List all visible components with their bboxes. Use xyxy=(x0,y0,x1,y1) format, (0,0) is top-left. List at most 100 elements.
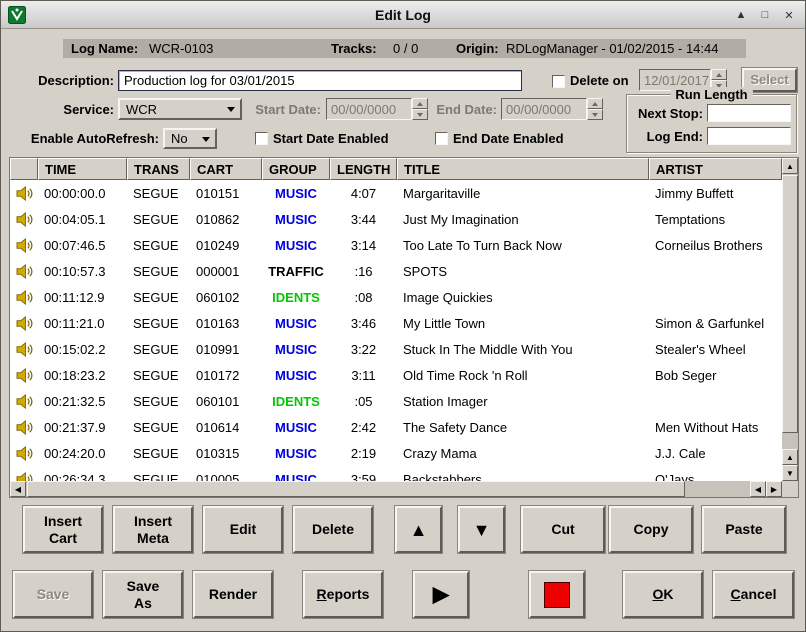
column-header-title[interactable]: TITLE xyxy=(397,158,649,180)
cell-trans: SEGUE xyxy=(127,284,190,310)
ok-button[interactable]: OK xyxy=(623,571,703,618)
table-row[interactable]: 00:04:05.1 SEGUE 010862 MUSIC 3:44 Just … xyxy=(10,206,782,232)
start-date-enabled-checkbox[interactable] xyxy=(255,132,268,145)
end-date-spinbox[interactable]: 00/00/0000 xyxy=(501,98,603,120)
cut-button[interactable]: Cut xyxy=(521,506,605,553)
speaker-icon xyxy=(16,394,33,409)
cancel-button[interactable]: Cancel xyxy=(713,571,794,618)
edit-log-window: Edit Log ▲ □ ✕ Log Name: WCR-0103 Tracks… xyxy=(0,0,806,632)
scroll-down-icon[interactable]: ▼ xyxy=(782,465,798,481)
cell-time: 00:11:21.0 xyxy=(38,310,127,336)
scroll-left-icon[interactable]: ◀ xyxy=(10,481,26,497)
cell-title: Image Quickies xyxy=(397,284,649,310)
cell-group: MUSIC xyxy=(262,206,330,232)
cell-time: 00:18:23.2 xyxy=(38,362,127,388)
origin-value: RDLogManager - 01/02/2015 - 14:44 xyxy=(506,39,718,58)
move-up-button[interactable]: ▲ xyxy=(395,506,442,553)
table-row[interactable]: 00:15:02.2 SEGUE 010991 MUSIC 3:22 Stuck… xyxy=(10,336,782,362)
horizontal-scroll-thumb[interactable] xyxy=(27,481,685,497)
save-button[interactable]: Save xyxy=(13,571,93,618)
table-row[interactable]: 00:11:21.0 SEGUE 010163 MUSIC 3:46 My Li… xyxy=(10,310,782,336)
insert-cart-button[interactable]: Insert Cart xyxy=(23,506,103,553)
cell-artist: Bob Seger xyxy=(649,362,782,388)
autorefresh-value: No xyxy=(171,131,188,146)
cell-group: MUSIC xyxy=(262,466,330,481)
vertical-scroll-thumb[interactable] xyxy=(782,175,798,433)
paste-button[interactable]: Paste xyxy=(702,506,786,553)
scrollbar-corner xyxy=(782,481,798,497)
table-row[interactable]: 00:26:34.3 SEGUE 010005 MUSIC 3:59 Backs… xyxy=(10,466,782,481)
move-down-button[interactable]: ▼ xyxy=(458,506,505,553)
cell-time: 00:10:57.3 xyxy=(38,258,127,284)
end-date-label: End Date: xyxy=(433,102,497,117)
cell-trans: SEGUE xyxy=(127,388,190,414)
cell-trans: SEGUE xyxy=(127,310,190,336)
column-header-length[interactable]: LENGTH xyxy=(330,158,397,180)
delete-on-checkbox[interactable] xyxy=(552,75,565,88)
scroll-left-icon[interactable]: ◀ xyxy=(750,481,766,497)
table-row[interactable]: 00:24:20.0 SEGUE 010315 MUSIC 2:19 Crazy… xyxy=(10,440,782,466)
render-button[interactable]: Render xyxy=(193,571,273,618)
column-header-time[interactable]: TIME xyxy=(38,158,127,180)
cell-length: 3:14 xyxy=(330,232,397,258)
scroll-up-icon[interactable]: ▲ xyxy=(782,158,798,174)
autorefresh-combobox[interactable]: No xyxy=(163,128,217,149)
column-header-icon[interactable] xyxy=(10,158,38,180)
column-header-group[interactable]: GROUP xyxy=(262,158,330,180)
description-input[interactable]: Production log for 03/01/2015 xyxy=(118,70,522,91)
table-header: TIME TRANS CART GROUP LENGTH TITLE ARTIS… xyxy=(10,158,782,180)
service-value: WCR xyxy=(126,102,157,117)
shade-window-icon[interactable]: ▲ xyxy=(733,7,749,23)
stop-button[interactable] xyxy=(529,571,585,618)
end-date-enabled-checkbox[interactable] xyxy=(435,132,448,145)
reports-button[interactable]: Reports xyxy=(303,571,383,618)
play-button[interactable]: ▶ xyxy=(413,571,469,618)
cell-cart: 010249 xyxy=(190,232,262,258)
column-header-artist[interactable]: ARTIST xyxy=(649,158,782,180)
titlebar[interactable]: Edit Log ▲ □ ✕ xyxy=(1,1,805,29)
table-row[interactable]: 00:18:23.2 SEGUE 010172 MUSIC 3:11 Old T… xyxy=(10,362,782,388)
cell-time: 00:26:34.3 xyxy=(38,466,127,481)
save-as-button[interactable]: Save As xyxy=(103,571,183,618)
maximize-window-icon[interactable]: □ xyxy=(757,7,773,23)
table-row[interactable]: 00:10:57.3 SEGUE 000001 TRAFFIC :16 SPOT… xyxy=(10,258,782,284)
table-row[interactable]: 00:21:37.9 SEGUE 010614 MUSIC 2:42 The S… xyxy=(10,414,782,440)
description-label: Description: xyxy=(11,73,114,88)
cell-title: Stuck In The Middle With You xyxy=(397,336,649,362)
table-row[interactable]: 00:00:00.0 SEGUE 010151 MUSIC 4:07 Marga… xyxy=(10,180,782,206)
cell-artist: Stealer's Wheel xyxy=(649,336,782,362)
speaker-icon xyxy=(16,186,33,201)
cell-group: MUSIC xyxy=(262,232,330,258)
copy-button[interactable]: Copy xyxy=(609,506,693,553)
end-date-enabled-label: End Date Enabled xyxy=(453,131,564,146)
scroll-up-icon[interactable]: ▲ xyxy=(782,449,798,465)
spin-down-icon[interactable] xyxy=(412,109,428,120)
table-row[interactable]: 00:11:12.9 SEGUE 060102 IDENTS :08 Image… xyxy=(10,284,782,310)
delete-button[interactable]: Delete xyxy=(293,506,373,553)
cell-trans: SEGUE xyxy=(127,466,190,481)
edit-button[interactable]: Edit xyxy=(203,506,283,553)
vertical-scrollbar[interactable]: ▲ ▲ ▼ xyxy=(782,158,798,481)
cell-title: Just My Imagination xyxy=(397,206,649,232)
insert-meta-button[interactable]: Insert Meta xyxy=(113,506,193,553)
spin-up-icon[interactable] xyxy=(587,98,603,109)
cell-title: SPOTS xyxy=(397,258,649,284)
service-combobox[interactable]: WCR xyxy=(118,98,242,120)
column-header-trans[interactable]: TRANS xyxy=(127,158,190,180)
cell-length: 3:11 xyxy=(330,362,397,388)
spin-up-icon[interactable] xyxy=(412,98,428,109)
end-date-value: 00/00/0000 xyxy=(501,98,587,120)
table-row[interactable]: 00:07:46.5 SEGUE 010249 MUSIC 3:14 Too L… xyxy=(10,232,782,258)
table-row[interactable]: 00:21:32.5 SEGUE 060101 IDENTS :05 Stati… xyxy=(10,388,782,414)
run-length-groupbox: Run Length Next Stop: Log End: xyxy=(626,94,797,153)
spin-down-icon[interactable] xyxy=(587,109,603,120)
column-header-cart[interactable]: CART xyxy=(190,158,262,180)
stop-icon xyxy=(544,582,570,608)
cell-title: Backstabbers xyxy=(397,466,649,481)
start-date-spinbox[interactable]: 00/00/0000 xyxy=(326,98,428,120)
spin-up-icon[interactable] xyxy=(711,69,727,80)
close-window-icon[interactable]: ✕ xyxy=(781,7,797,23)
scroll-right-icon[interactable]: ▶ xyxy=(766,481,782,497)
horizontal-scrollbar[interactable]: ◀ ◀ ▶ xyxy=(10,481,782,497)
cell-time: 00:21:37.9 xyxy=(38,414,127,440)
